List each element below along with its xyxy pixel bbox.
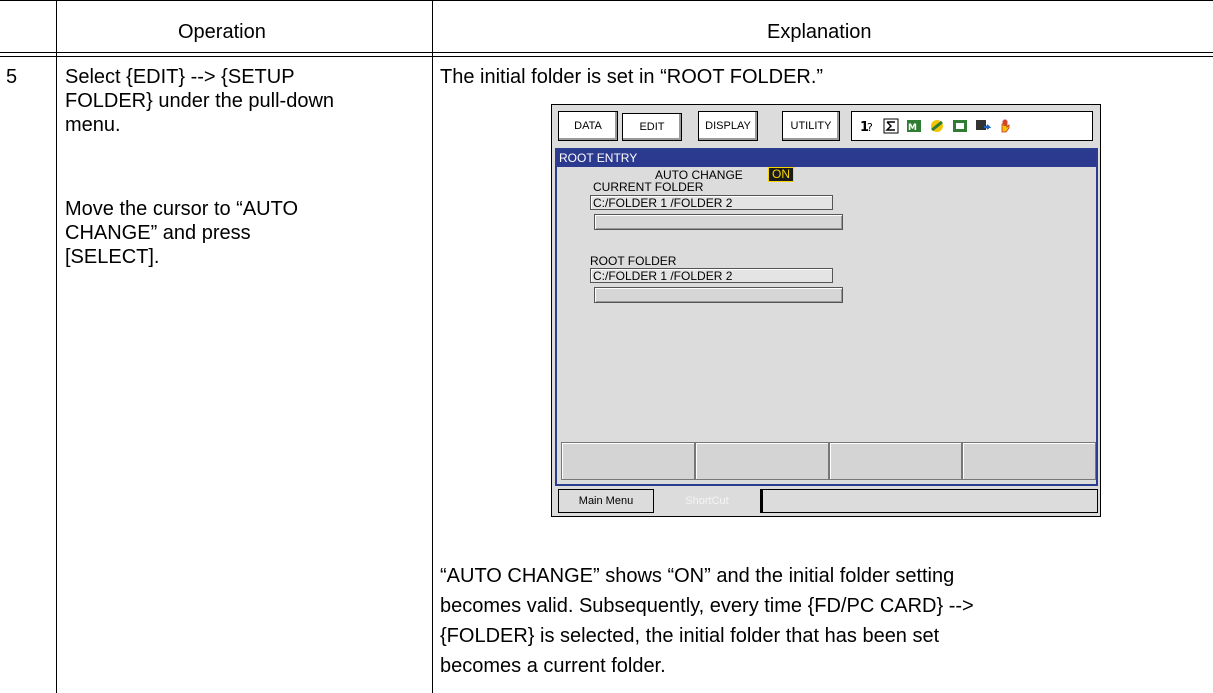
explanation-line-2: becomes valid. Subsequently, every time … <box>440 595 974 617</box>
status-icon-strip: 1? M <box>851 111 1093 141</box>
menu-data-button[interactable]: DATA <box>558 111 618 141</box>
header-explanation: Explanation <box>767 21 872 43</box>
operation-line-6: [SELECT]. <box>65 246 160 268</box>
teach-icon <box>952 118 968 134</box>
explanation-line-1: “AUTO CHANGE” shows “ON” and the initial… <box>440 565 955 587</box>
current-folder-label: CURRENT FOLDER <box>593 180 704 194</box>
root-folder-input-line[interactable] <box>594 287 843 303</box>
table-header-rule-double <box>0 56 1213 57</box>
table-header-rule <box>0 52 1213 53</box>
root-entry-window: ROOT ENTRY AUTO CHANGE ON CURRENT FOLDER… <box>555 148 1098 486</box>
current-folder-input-line[interactable] <box>594 214 843 230</box>
function-key-2[interactable] <box>694 442 829 480</box>
menu-display-button[interactable]: DISPLAY <box>698 111 758 141</box>
main-menu-button[interactable]: Main Menu <box>558 489 654 513</box>
shortcut-button[interactable]: ShortCut <box>658 489 756 513</box>
current-folder-field[interactable]: C:/FOLDER 1 /FOLDER 2 <box>590 195 833 210</box>
mode-icon: M <box>906 118 922 134</box>
explanation-line-3: {FOLDER} is selected, the initial folder… <box>440 625 940 647</box>
root-folder-field[interactable]: C:/FOLDER 1 /FOLDER 2 <box>590 268 833 283</box>
cycle-icon <box>975 118 992 134</box>
operation-line-3: menu. <box>65 114 121 136</box>
table-left-border <box>56 0 57 693</box>
operation-line-5: CHANGE” and press <box>65 222 251 244</box>
table-top-border <box>0 0 1213 1</box>
pendant-screen: DATA EDIT DISPLAY UTILITY 1? M ROOT ENTR… <box>551 104 1101 517</box>
explanation-intro: The initial folder is set in “ROOT FOLDE… <box>440 66 824 88</box>
svg-text:M: M <box>908 123 917 133</box>
function-key-1[interactable] <box>561 442 695 480</box>
menu-edit-button[interactable]: EDIT <box>622 113 682 141</box>
function-key-3[interactable] <box>828 442 963 480</box>
header-operation: Operation <box>178 21 266 43</box>
robot-icon <box>929 118 945 134</box>
table-column-divider <box>432 0 433 693</box>
hand-icon <box>998 118 1014 134</box>
operation-line-4: Move the cursor to “AUTO <box>65 198 299 220</box>
coordinate-icon: 1? <box>860 118 876 135</box>
auto-change-on-badge[interactable]: ON <box>768 167 794 182</box>
function-key-row <box>561 442 1096 480</box>
function-key-4[interactable] <box>962 442 1096 480</box>
window-title: ROOT ENTRY <box>557 150 1096 167</box>
menu-utility-button[interactable]: UTILITY <box>782 111 840 141</box>
svg-text:?: ? <box>867 121 873 134</box>
operation-line-2: FOLDER} under the pull-down <box>65 90 335 112</box>
explanation-line-4: becomes a current folder. <box>440 655 666 677</box>
menu-bar: DATA EDIT DISPLAY UTILITY 1? M <box>558 111 1094 143</box>
step-number: 5 <box>6 66 18 88</box>
operation-line-1: Select {EDIT} --> {SETUP <box>65 66 295 88</box>
message-area <box>760 489 1098 513</box>
bottom-bar: Main Menu ShortCut <box>558 489 1098 513</box>
sigma-icon <box>883 118 899 134</box>
root-folder-label: ROOT FOLDER <box>590 254 677 268</box>
